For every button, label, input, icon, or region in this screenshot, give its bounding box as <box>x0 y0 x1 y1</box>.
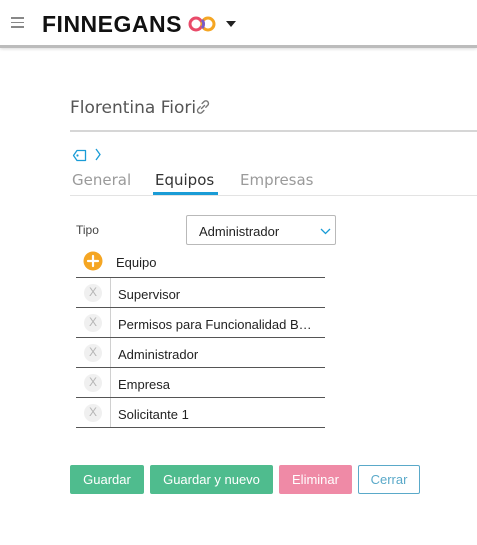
add-row-icon[interactable] <box>83 251 103 271</box>
equipo-cell[interactable]: Permisos para Funcionalidad B… <box>118 317 318 332</box>
equipo-cell[interactable]: Empresa <box>118 377 318 392</box>
title-divider <box>70 130 477 132</box>
tipo-label: Tipo <box>76 223 99 237</box>
delete-button[interactable]: Eliminar <box>279 465 352 494</box>
column-divider <box>110 338 111 367</box>
equipo-cell[interactable]: Solicitante 1 <box>118 407 318 422</box>
tab-general[interactable]: General <box>72 171 131 189</box>
column-header-equipo: Equipo <box>116 255 157 270</box>
close-button[interactable]: Cerrar <box>358 465 420 494</box>
hamburger-menu-icon[interactable] <box>11 17 24 28</box>
equipo-cell[interactable]: Supervisor <box>118 287 318 302</box>
link-icon[interactable] <box>194 98 212 116</box>
column-divider <box>110 368 111 397</box>
brand-name: FINNEGANS <box>42 10 182 37</box>
active-tab-indicator <box>153 192 218 195</box>
finnegans-co-logo-icon <box>188 16 216 32</box>
column-divider <box>110 278 111 307</box>
equipos-table: X Supervisor X Permisos para Funcionalid… <box>76 278 325 428</box>
remove-row-button[interactable]: X <box>84 314 102 332</box>
equipo-cell[interactable]: Administrador <box>118 347 318 362</box>
tipo-select[interactable]: Administrador <box>186 215 336 245</box>
table-row: X Solicitante 1 <box>76 398 325 428</box>
remove-row-button[interactable]: X <box>84 344 102 362</box>
tag-icon[interactable] <box>72 148 87 163</box>
tab-equipos[interactable]: Equipos <box>155 171 214 189</box>
tipo-select-value: Administrador <box>199 224 280 239</box>
table-row: X Empresa <box>76 368 325 398</box>
save-and-new-button[interactable]: Guardar y nuevo <box>150 465 273 494</box>
chevron-right-icon[interactable] <box>94 147 102 162</box>
page-title: Florentina Fiori <box>70 98 197 118</box>
save-button[interactable]: Guardar <box>70 465 144 494</box>
remove-row-button[interactable]: X <box>84 374 102 392</box>
column-divider <box>110 308 111 337</box>
remove-row-button[interactable]: X <box>84 404 102 422</box>
remove-row-button[interactable]: X <box>84 284 102 302</box>
table-row: X Supervisor <box>76 278 325 308</box>
table-row: X Administrador <box>76 338 325 368</box>
chevron-down-icon <box>320 228 331 235</box>
tab-empresas[interactable]: Empresas <box>240 171 314 189</box>
column-divider <box>110 398 111 427</box>
brand-switcher[interactable]: FINNEGANS <box>42 10 236 38</box>
tab-bar: General Equipos Empresas <box>70 170 477 196</box>
caret-down-icon <box>225 21 236 27</box>
table-row: X Permisos para Funcionalidad B… <box>76 308 325 338</box>
top-bar: FINNEGANS <box>0 0 477 48</box>
